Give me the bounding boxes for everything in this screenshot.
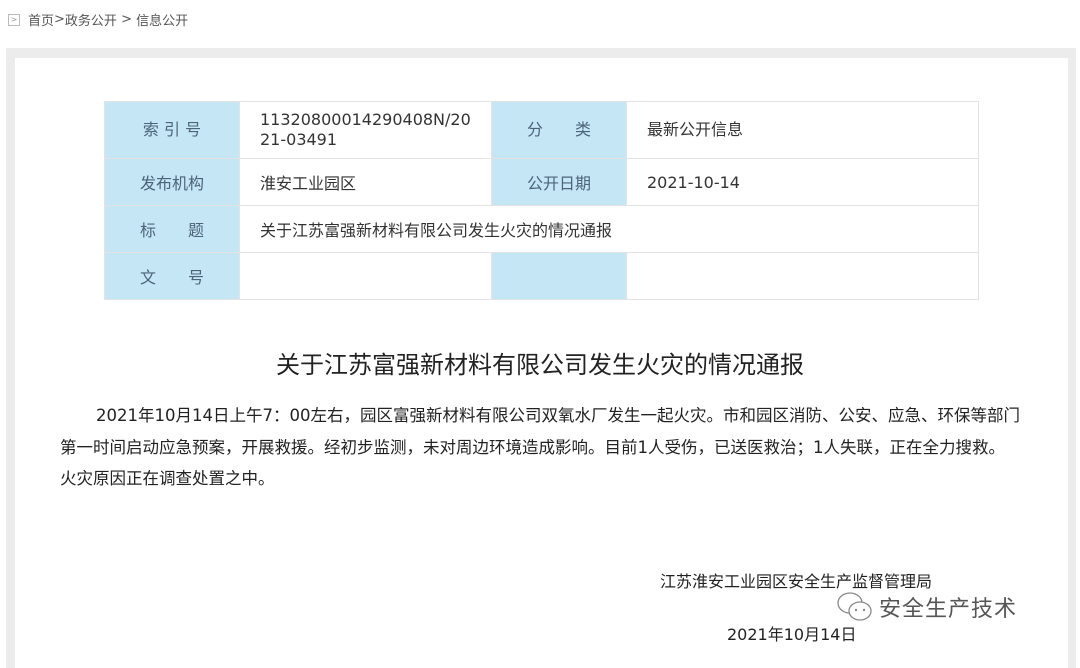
watermark: 安全生产技术 <box>835 590 1017 624</box>
watermark-text: 安全生产技术 <box>879 591 1017 623</box>
meta-table: 索 引 号 11320800014290408N/2021-03491 分 类 … <box>104 101 979 300</box>
article-date: 2021年10月14日 <box>727 621 856 645</box>
breadcrumb-info[interactable]: 信息公开 <box>136 10 188 29</box>
empty-value <box>627 253 979 300</box>
docno-value <box>240 253 492 300</box>
index-value: 11320800014290408N/2021-03491 <box>240 102 492 159</box>
title-label: 标 题 <box>105 206 240 253</box>
wechat-icon <box>835 590 875 624</box>
breadcrumb-gov-affairs[interactable]: 政务公开 <box>65 10 117 29</box>
category-value: 最新公开信息 <box>627 102 979 159</box>
breadcrumb: > 首页 > 政务公开 > 信息公开 <box>8 10 188 29</box>
docno-label: 文 号 <box>105 253 240 300</box>
article-body: 2021年10月14日上午7：00左右，园区富强新材料有限公司双氧水厂发生一起火… <box>60 400 1020 495</box>
category-label: 分 类 <box>492 102 627 159</box>
empty-label <box>492 253 627 300</box>
arrow-icon: > <box>8 14 20 26</box>
publisher-label: 发布机构 <box>105 159 240 206</box>
index-label: 索 引 号 <box>105 102 240 159</box>
title-value: 关于江苏富强新材料有限公司发生火灾的情况通报 <box>240 206 979 253</box>
breadcrumb-separator: > <box>54 12 65 27</box>
date-value: 2021-10-14 <box>627 159 979 206</box>
publisher-value: 淮安工业园区 <box>240 159 492 206</box>
article-title: 关于江苏富强新材料有限公司发生火灾的情况通报 <box>0 345 1080 380</box>
signature: 江苏淮安工业园区安全生产监督管理局 <box>660 568 932 592</box>
breadcrumb-home[interactable]: 首页 <box>28 10 54 29</box>
breadcrumb-separator: > <box>117 12 136 27</box>
date-label: 公开日期 <box>492 159 627 206</box>
